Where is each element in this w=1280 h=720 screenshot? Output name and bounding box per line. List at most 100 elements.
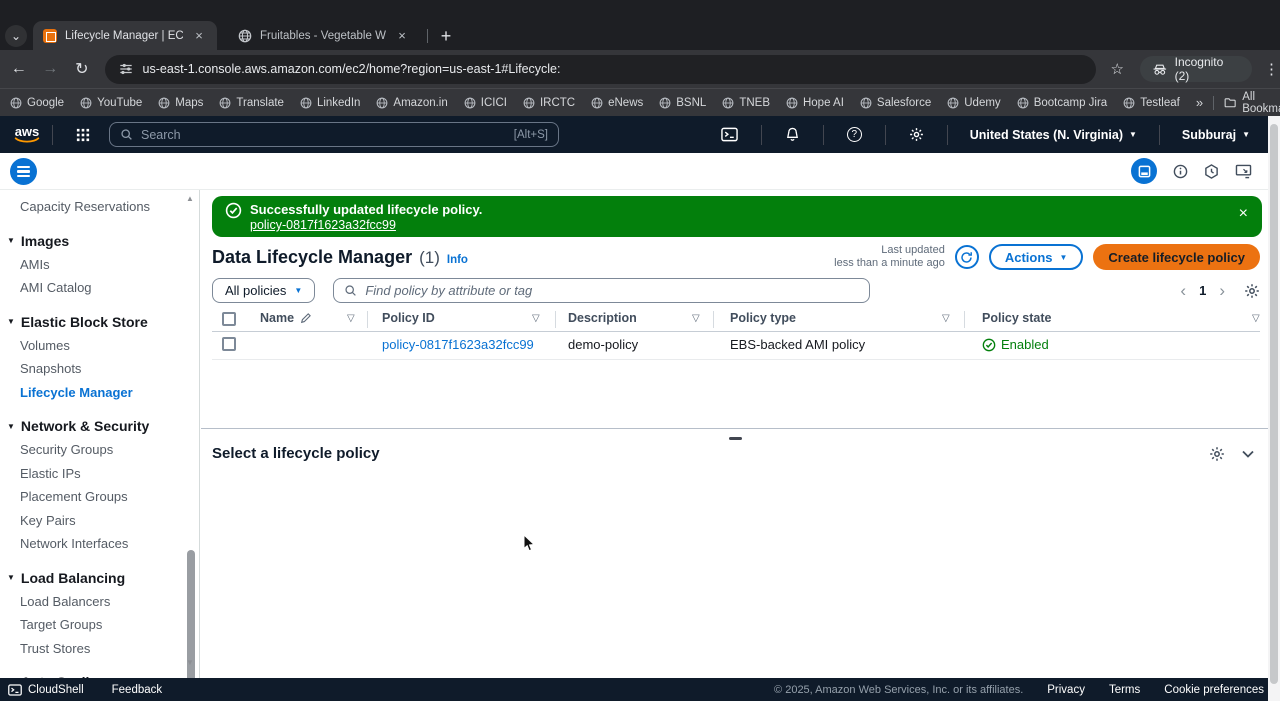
cookie-preferences-link[interactable]: Cookie preferences xyxy=(1164,684,1264,696)
page-scrollbar[interactable] xyxy=(1268,116,1280,701)
policy-filter-input[interactable] xyxy=(365,283,860,298)
column-filter-icon[interactable]: ▽ xyxy=(347,313,355,324)
services-menu-button[interactable] xyxy=(63,128,103,142)
sidebar-item-ami-catalog[interactable]: AMI Catalog xyxy=(0,276,199,300)
next-page-button[interactable]: › xyxy=(1219,282,1225,299)
browser-menu-icon[interactable]: ⋮ xyxy=(1264,60,1280,78)
sidebar-item-placement-groups[interactable]: Placement Groups xyxy=(0,485,199,509)
column-header-policy-state[interactable]: Policy state xyxy=(982,311,1051,325)
terms-link[interactable]: Terms xyxy=(1109,684,1140,696)
aws-search-input[interactable] xyxy=(141,127,506,142)
panel-preferences-gear-icon[interactable] xyxy=(1209,446,1225,462)
table-preferences-gear-icon[interactable] xyxy=(1244,283,1260,299)
footer-cloudshell-button[interactable]: CloudShell xyxy=(8,684,84,696)
column-header-name[interactable]: Name xyxy=(260,311,312,325)
bookmark-item[interactable]: LinkedIn xyxy=(300,97,360,109)
previous-page-button[interactable]: ‹ xyxy=(1180,282,1186,299)
bookmark-item[interactable]: ICICI xyxy=(464,97,507,109)
bookmark-item[interactable]: IRCTC xyxy=(523,97,575,109)
actions-button[interactable]: Actions ▼ xyxy=(988,244,1084,270)
sidebar-item-lifecycle-manager[interactable]: Lifecycle Manager xyxy=(0,381,199,405)
select-all-checkbox[interactable] xyxy=(222,312,236,326)
scroll-up-icon[interactable]: ▲ xyxy=(186,194,194,203)
bookmark-item[interactable]: Amazon.in xyxy=(376,97,448,109)
bookmark-item[interactable]: Salesforce xyxy=(860,97,931,109)
close-tab-icon[interactable]: × xyxy=(191,28,207,44)
bookmarks-overflow-icon[interactable]: » xyxy=(1196,95,1203,110)
back-button[interactable]: ← xyxy=(6,56,32,82)
cloudshell-button[interactable] xyxy=(708,127,751,142)
info-button[interactable] xyxy=(1173,164,1188,179)
sidebar-item-volumes[interactable]: Volumes xyxy=(0,334,199,358)
sidebar-section-auto-scaling[interactable]: ▼Auto Scaling xyxy=(0,670,199,678)
account-menu[interactable]: Subburaj ▼ xyxy=(1170,128,1262,142)
sidebar-toggle-button[interactable] xyxy=(10,158,37,185)
bookmark-item[interactable]: Maps xyxy=(158,97,203,109)
scrollbar-thumb[interactable] xyxy=(1270,124,1278,684)
sidebar-section-network-security[interactable]: ▼ Network & Security xyxy=(0,414,199,438)
split-panel-button[interactable] xyxy=(1131,158,1157,184)
close-tab-icon[interactable]: × xyxy=(394,28,410,44)
sidebar-section-images[interactable]: ▼ Images xyxy=(0,229,199,253)
aws-logo[interactable]: aws xyxy=(12,125,42,144)
incognito-badge[interactable]: Incognito (2) xyxy=(1139,55,1252,83)
info-link[interactable]: Info xyxy=(447,254,468,266)
refresh-button[interactable] xyxy=(954,245,979,269)
tab-active[interactable]: Lifecycle Manager | EC2 | us-ea × xyxy=(33,21,217,50)
sidebar-section-elastic-block-store[interactable]: ▼ Elastic Block Store xyxy=(0,310,199,334)
site-info-icon[interactable] xyxy=(119,62,133,76)
sidebar-item-target-groups[interactable]: Target Groups xyxy=(0,613,199,637)
column-header-policy-type[interactable]: Policy type xyxy=(730,311,796,325)
create-lifecycle-policy-button[interactable]: Create lifecycle policy xyxy=(1093,244,1260,270)
bookmark-item[interactable]: Testleaf xyxy=(1123,97,1180,109)
bookmark-item[interactable]: TNEB xyxy=(722,97,770,109)
sidebar-item-snapshots[interactable]: Snapshots xyxy=(0,357,199,381)
address-bar[interactable]: us-east-1.console.aws.amazon.com/ec2/hom… xyxy=(104,54,1097,84)
bookmark-item[interactable]: BSNL xyxy=(659,97,706,109)
bookmark-item[interactable]: Google xyxy=(10,97,64,109)
split-panel-drag-handle[interactable] xyxy=(729,437,742,440)
sidebar-item-key-pairs[interactable]: Key Pairs xyxy=(0,509,199,533)
table-row[interactable]: policy-0817f1623a32fcc99 demo-policy EBS… xyxy=(212,333,1260,360)
policy-filter-box[interactable] xyxy=(333,278,871,303)
sidebar-item-amis[interactable]: AMIs xyxy=(0,253,199,277)
sidebar-item-security-groups[interactable]: Security Groups xyxy=(0,438,199,462)
column-header-policy-id[interactable]: Policy ID xyxy=(382,311,435,325)
tab-search-button[interactable]: ⌄ xyxy=(5,25,27,47)
scroll-down-icon[interactable]: ▼ xyxy=(186,658,194,667)
row-checkbox[interactable] xyxy=(222,337,236,351)
sidebar-section-load-balancing[interactable]: ▼ Load Balancing xyxy=(0,566,199,590)
settings-button[interactable] xyxy=(896,127,937,142)
sidebar-item-network-interfaces[interactable]: Network Interfaces xyxy=(0,532,199,556)
bookmark-item[interactable]: Bootcamp Jira xyxy=(1017,97,1107,109)
forward-button[interactable]: → xyxy=(38,56,64,82)
policy-link[interactable]: policy-0817f1623a32fcc99 xyxy=(250,218,396,232)
column-filter-icon[interactable]: ▽ xyxy=(1252,313,1260,324)
notifications-button[interactable] xyxy=(772,127,813,142)
policy-scope-select[interactable]: All policies ▼ xyxy=(212,278,316,303)
policy-id-link[interactable]: policy-0817f1623a32fcc99 xyxy=(382,337,534,352)
column-filter-icon[interactable]: ▽ xyxy=(692,313,700,324)
bookmark-item[interactable]: Translate xyxy=(219,97,284,109)
bookmark-item[interactable]: eNews xyxy=(591,97,643,109)
bookmark-star-icon[interactable]: ☆ xyxy=(1110,60,1123,78)
current-page[interactable]: 1 xyxy=(1199,283,1206,298)
health-button[interactable] xyxy=(1204,163,1219,179)
reload-button[interactable]: ↻ xyxy=(69,56,95,82)
sidebar-item-load-balancers[interactable]: Load Balancers xyxy=(0,590,199,614)
sidebar-item-capacity-reservations[interactable]: Capacity Reservations xyxy=(0,195,199,219)
sidebar-item-elastic-ips[interactable]: Elastic IPs xyxy=(0,462,199,486)
feedback-link[interactable]: Feedback xyxy=(112,684,163,696)
column-header-description[interactable]: Description xyxy=(568,311,637,325)
help-button[interactable]: ? xyxy=(834,127,875,142)
column-filter-icon[interactable]: ▽ xyxy=(942,313,950,324)
aws-search-box[interactable]: [Alt+S] xyxy=(109,122,559,147)
sidebar-item-trust-stores[interactable]: Trust Stores xyxy=(0,637,199,661)
close-icon[interactable]: × xyxy=(1239,205,1248,223)
bookmark-item[interactable]: Hope AI xyxy=(786,97,844,109)
privacy-link[interactable]: Privacy xyxy=(1047,684,1085,696)
new-tab-button[interactable]: + xyxy=(434,24,458,48)
region-selector[interactable]: United States (N. Virginia) ▼ xyxy=(958,128,1149,142)
feedback-button[interactable] xyxy=(1235,164,1252,179)
bookmark-item[interactable]: YouTube xyxy=(80,97,142,109)
